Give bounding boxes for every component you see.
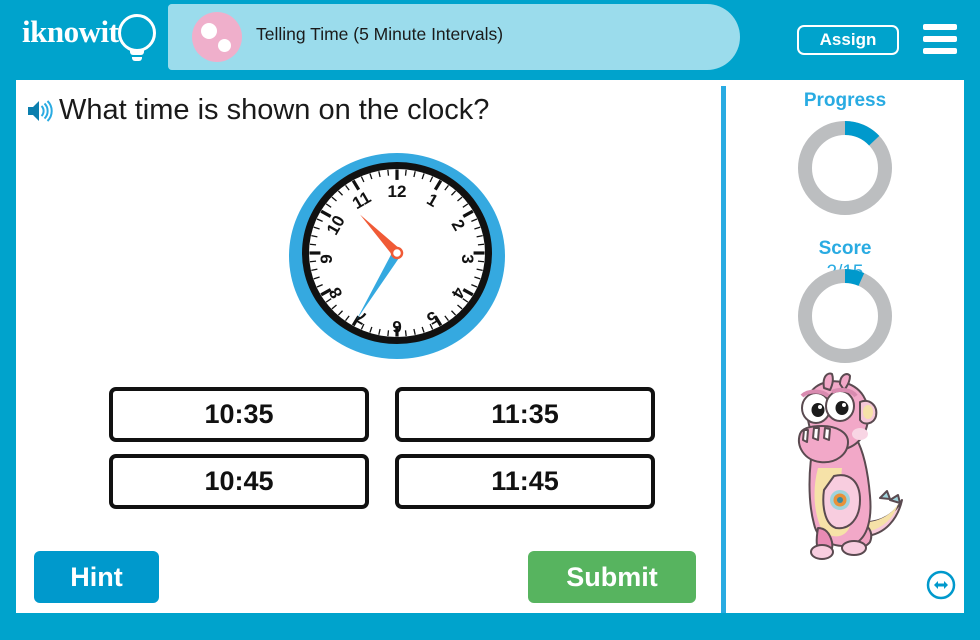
- question-row: What time is shown on the clock?: [26, 94, 489, 127]
- clock-tick-minor: [477, 243, 485, 246]
- answer-options: 10:35 11:35 10:45 11:45: [109, 387, 669, 509]
- assign-button[interactable]: Assign: [797, 25, 899, 55]
- lightbulb-icon: [118, 14, 156, 52]
- clock-tick-minor: [404, 169, 407, 176]
- app-window: iknowit Telling Time (5 Minute Intervals…: [0, 0, 980, 640]
- status-sidebar: Progress 2/15 Score 1: [726, 80, 964, 613]
- clock-numeral: 3: [458, 254, 477, 263]
- analog-clock: 12 1 2 3 4 5 6 7 8 9 10 11: [282, 146, 512, 361]
- hint-button[interactable]: Hint: [34, 551, 159, 603]
- lightbulb-base-icon: [130, 50, 144, 55]
- clock-tick-minor: [309, 260, 317, 263]
- clock-tick-minor: [387, 169, 390, 176]
- left-right-arrow-circle-icon[interactable]: [926, 570, 956, 600]
- pink-dots-icon: [192, 12, 242, 62]
- progress-ring: 2/15: [795, 118, 895, 283]
- clock-svg: 12 1234567891011: [289, 153, 505, 359]
- clock-numeral: 12: [388, 182, 407, 201]
- progress-ring-svg: [798, 121, 892, 215]
- content-panel: What time is shown on the clock? 12 1 2 3 4 5…: [16, 80, 964, 613]
- score-ring-svg: [798, 269, 892, 363]
- answer-option-4[interactable]: 11:45: [395, 454, 655, 509]
- answer-option-2[interactable]: 11:35: [395, 387, 655, 442]
- clock-tick-minor: [309, 243, 317, 246]
- lesson-title-banner: Telling Time (5 Minute Intervals): [168, 4, 740, 70]
- score-ring-track: [798, 269, 892, 363]
- lightbulb-base-lower-icon: [132, 57, 142, 61]
- hamburger-menu-icon[interactable]: [923, 24, 957, 54]
- lesson-title: Telling Time (5 Minute Intervals): [256, 24, 504, 44]
- clock-center-pin: [390, 246, 404, 260]
- hamburger-bar: [923, 48, 957, 54]
- iknowit-logo[interactable]: iknowit: [22, 12, 162, 62]
- progress-label: Progress: [803, 90, 887, 111]
- app-header: iknowit Telling Time (5 Minute Intervals…: [0, 0, 980, 73]
- answer-option-1[interactable]: 10:35: [109, 387, 369, 442]
- clock-numeral: 6: [392, 317, 401, 336]
- question-text: What time is shown on the clock?: [59, 94, 490, 126]
- clock-numeral: 9: [317, 254, 336, 263]
- answer-option-3[interactable]: 10:45: [109, 454, 369, 509]
- score-ring: 1: [795, 266, 895, 431]
- clock-tick-minor: [404, 330, 407, 337]
- submit-button[interactable]: Submit: [528, 551, 696, 603]
- score-label: Score: [818, 238, 872, 259]
- hamburger-bar: [923, 36, 957, 42]
- speaker-icon[interactable]: [26, 98, 54, 124]
- hamburger-bar: [923, 24, 957, 30]
- pink-monster-mascot: [798, 372, 903, 560]
- clock-tick-minor: [477, 260, 485, 263]
- clock-tick-minor: [387, 330, 390, 337]
